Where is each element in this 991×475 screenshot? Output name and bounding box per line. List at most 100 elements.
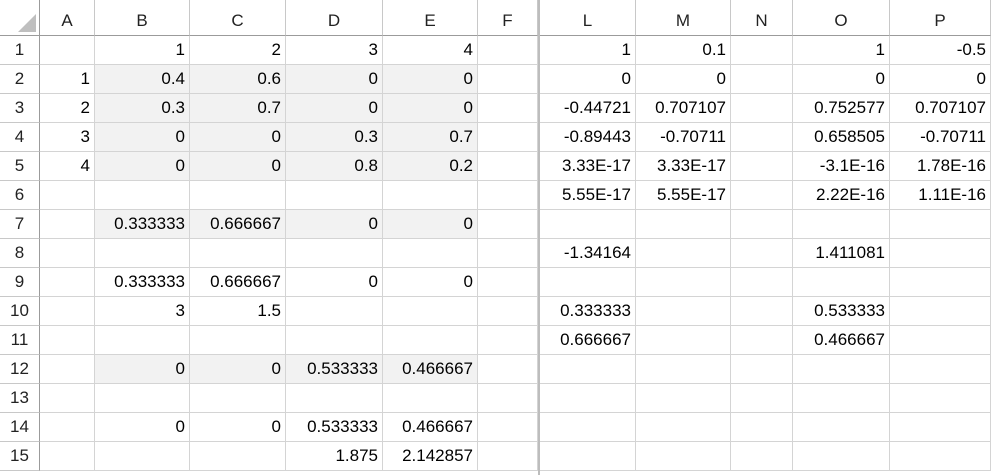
cell-b3[interactable]: 0.3: [95, 94, 190, 123]
cell-p10[interactable]: [890, 297, 991, 326]
cell-l5[interactable]: 3.33E-17: [540, 152, 636, 181]
row-header-4[interactable]: 4: [0, 123, 40, 152]
column-header-e[interactable]: E: [383, 0, 478, 36]
row-header-14[interactable]: 14: [0, 413, 40, 442]
cell-l3[interactable]: -0.44721: [540, 94, 636, 123]
cell-d1[interactable]: 3: [286, 36, 383, 65]
cell-p12[interactable]: [890, 355, 991, 384]
cell-n12[interactable]: [731, 355, 793, 384]
cell-b6[interactable]: [95, 181, 190, 210]
cell-c12[interactable]: 0: [190, 355, 286, 384]
column-header-m[interactable]: M: [636, 0, 731, 36]
column-header-b[interactable]: B: [95, 0, 190, 36]
cell-l11[interactable]: 0.666667: [540, 326, 636, 355]
cell-m5[interactable]: 3.33E-17: [636, 152, 731, 181]
row-header-7[interactable]: 7: [0, 210, 40, 239]
cell-o6[interactable]: 2.22E-16: [793, 181, 890, 210]
cell-l1[interactable]: 1: [540, 36, 636, 65]
cell-n3[interactable]: [731, 94, 793, 123]
row-header-1[interactable]: 1: [0, 36, 40, 65]
cell-o14[interactable]: [793, 413, 890, 442]
cell-a13[interactable]: [40, 384, 95, 413]
cell-f2[interactable]: [478, 65, 538, 94]
cell-m11[interactable]: [636, 326, 731, 355]
column-header-a[interactable]: A: [40, 0, 95, 36]
cell-o3[interactable]: 0.752577: [793, 94, 890, 123]
cell-m1[interactable]: 0.1: [636, 36, 731, 65]
cell-a10[interactable]: [40, 297, 95, 326]
cell-n13[interactable]: [731, 384, 793, 413]
cell-n5[interactable]: [731, 152, 793, 181]
cell-e7[interactable]: 0: [383, 210, 478, 239]
cell-d4[interactable]: 0.3: [286, 123, 383, 152]
cell-d7[interactable]: 0: [286, 210, 383, 239]
cell-l4[interactable]: -0.89443: [540, 123, 636, 152]
cell-c1[interactable]: 2: [190, 36, 286, 65]
cell-d12[interactable]: 0.533333: [286, 355, 383, 384]
cell-f4[interactable]: [478, 123, 538, 152]
row-header-13[interactable]: 13: [0, 384, 40, 413]
cell-b13[interactable]: [95, 384, 190, 413]
cell-f14[interactable]: [478, 413, 538, 442]
row-header-9[interactable]: 9: [0, 268, 40, 297]
cell-b14[interactable]: 0: [95, 413, 190, 442]
cell-e14[interactable]: 0.466667: [383, 413, 478, 442]
cell-f11[interactable]: [478, 326, 538, 355]
cell-p4[interactable]: -0.70711: [890, 123, 991, 152]
column-header-p[interactable]: P: [890, 0, 991, 36]
cell-a11[interactable]: [40, 326, 95, 355]
cell-c6[interactable]: [190, 181, 286, 210]
cell-e6[interactable]: [383, 181, 478, 210]
cell-n10[interactable]: [731, 297, 793, 326]
cell-e4[interactable]: 0.7: [383, 123, 478, 152]
cell-l2[interactable]: 0: [540, 65, 636, 94]
cell-d2[interactable]: 0: [286, 65, 383, 94]
cell-m10[interactable]: [636, 297, 731, 326]
column-header-n[interactable]: N: [731, 0, 793, 36]
cell-n7[interactable]: [731, 210, 793, 239]
cell-b7[interactable]: 0.333333: [95, 210, 190, 239]
cell-n15[interactable]: [731, 442, 793, 471]
row-header-8[interactable]: 8: [0, 239, 40, 268]
cell-a6[interactable]: [40, 181, 95, 210]
row-header-10[interactable]: 10: [0, 297, 40, 326]
cell-d6[interactable]: [286, 181, 383, 210]
cell-e9[interactable]: 0: [383, 268, 478, 297]
cell-c2[interactable]: 0.6: [190, 65, 286, 94]
row-header-2[interactable]: 2: [0, 65, 40, 94]
cell-o12[interactable]: [793, 355, 890, 384]
cell-e10[interactable]: [383, 297, 478, 326]
cell-b11[interactable]: [95, 326, 190, 355]
cell-m3[interactable]: 0.707107: [636, 94, 731, 123]
cell-p8[interactable]: [890, 239, 991, 268]
cell-c9[interactable]: 0.666667: [190, 268, 286, 297]
row-header-3[interactable]: 3: [0, 94, 40, 123]
cell-l12[interactable]: [540, 355, 636, 384]
cell-p2[interactable]: 0: [890, 65, 991, 94]
cell-a1[interactable]: [40, 36, 95, 65]
row-header-11[interactable]: 11: [0, 326, 40, 355]
cell-f13[interactable]: [478, 384, 538, 413]
cell-d3[interactable]: 0: [286, 94, 383, 123]
cell-b10[interactable]: 3: [95, 297, 190, 326]
cell-c8[interactable]: [190, 239, 286, 268]
cell-n6[interactable]: [731, 181, 793, 210]
cell-n4[interactable]: [731, 123, 793, 152]
cell-c10[interactable]: 1.5: [190, 297, 286, 326]
cell-p5[interactable]: 1.78E-16: [890, 152, 991, 181]
cell-o8[interactable]: 1.411081: [793, 239, 890, 268]
cell-e5[interactable]: 0.2: [383, 152, 478, 181]
column-header-o[interactable]: O: [793, 0, 890, 36]
cell-f9[interactable]: [478, 268, 538, 297]
cell-c4[interactable]: 0: [190, 123, 286, 152]
cell-o13[interactable]: [793, 384, 890, 413]
cell-n1[interactable]: [731, 36, 793, 65]
cell-m13[interactable]: [636, 384, 731, 413]
cell-b2[interactable]: 0.4: [95, 65, 190, 94]
cell-e13[interactable]: [383, 384, 478, 413]
cell-l9[interactable]: [540, 268, 636, 297]
cell-d8[interactable]: [286, 239, 383, 268]
cell-f8[interactable]: [478, 239, 538, 268]
cell-e11[interactable]: [383, 326, 478, 355]
cell-o15[interactable]: [793, 442, 890, 471]
